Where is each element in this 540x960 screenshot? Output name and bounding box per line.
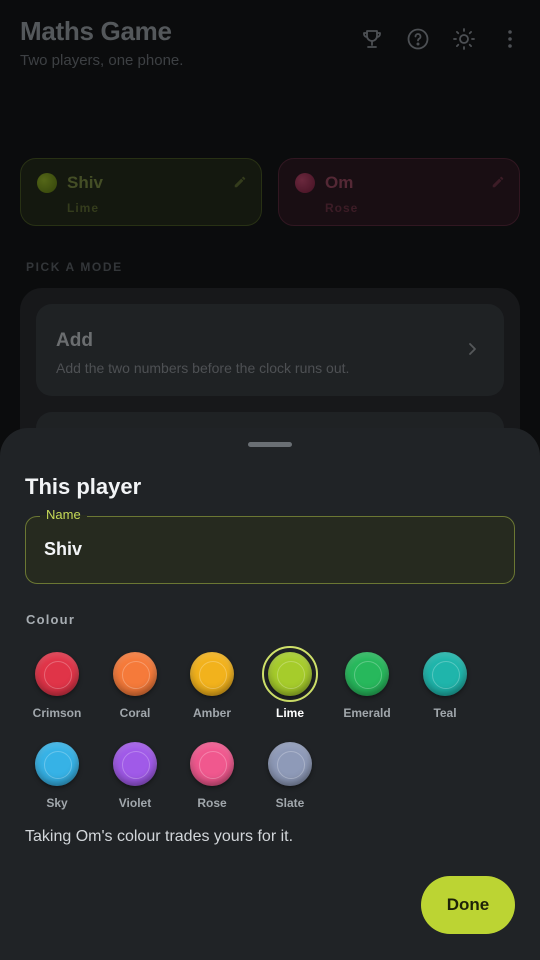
colour-name: Coral — [119, 706, 151, 720]
colour-name: Teal — [433, 706, 457, 720]
colour-name: Slate — [275, 796, 305, 810]
colour-name: Amber — [192, 706, 231, 720]
colour-swatch-lime[interactable]: Lime — [260, 646, 320, 728]
colour-name: Emerald — [343, 706, 391, 720]
trade-note: Taking Om's colour trades yours for it. — [25, 828, 294, 845]
colour-ball — [35, 742, 79, 786]
name-input[interactable] — [44, 539, 484, 560]
name-field[interactable]: Name — [25, 507, 515, 584]
colour-name: Crimson — [32, 706, 82, 720]
colour-swatch-sky[interactable]: Sky — [27, 740, 87, 818]
name-field-label: Name — [40, 507, 87, 522]
colour-swatch-amber[interactable]: Amber — [182, 650, 242, 728]
colour-swatch-slate[interactable]: Slate — [260, 740, 320, 818]
colour-swatch-teal[interactable]: Teal — [415, 650, 475, 728]
colour-swatch-violet[interactable]: Violet — [105, 740, 165, 818]
colour-ball — [113, 742, 157, 786]
colour-ball — [190, 652, 234, 696]
colour-name: Rose — [197, 796, 227, 810]
colour-swatch-coral[interactable]: Coral — [105, 650, 165, 728]
colour-label: Colour — [26, 612, 76, 627]
colour-swatch-rose[interactable]: Rose — [182, 740, 242, 818]
colour-name: Violet — [118, 796, 152, 810]
colour-name: Sky — [46, 796, 68, 810]
colour-ball — [35, 652, 79, 696]
colour-swatch-crimson[interactable]: Crimson — [27, 650, 87, 728]
colour-ball — [268, 652, 312, 696]
colour-swatch-emerald[interactable]: Emerald — [337, 650, 397, 728]
colour-ball — [345, 652, 389, 696]
drag-handle[interactable] — [248, 442, 292, 447]
colour-ball — [190, 742, 234, 786]
colour-ball — [268, 742, 312, 786]
done-button[interactable]: Done — [421, 876, 515, 934]
colour-ball — [113, 652, 157, 696]
sheet-title: This player — [25, 474, 142, 499]
colour-name: Lime — [275, 706, 304, 720]
player-bottom-sheet: This player Name Colour Crimson Coral Ambe… — [0, 428, 540, 960]
colour-ball — [423, 652, 467, 696]
